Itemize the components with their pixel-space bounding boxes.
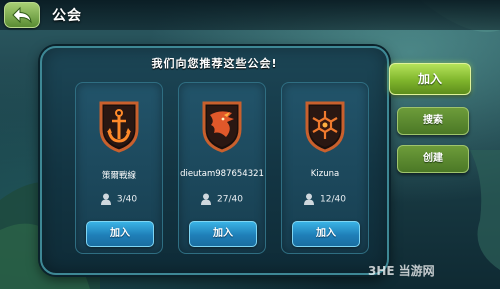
guild-name: Kizuna: [310, 169, 340, 179]
join-guild-button[interactable]: 加入: [86, 221, 154, 247]
guild-card: 策爾戰線 3/40 加入: [75, 82, 163, 254]
snowflake-emblem-icon: [305, 101, 345, 153]
anchor-emblem-icon: [99, 101, 139, 153]
member-count-value: 3/40: [116, 194, 138, 205]
recommended-guilds-panel: 我们向您推荐这些公会! 策爾戰線 3/40 加入 dieutam98765432…: [40, 46, 389, 275]
back-arrow-icon: [12, 6, 32, 24]
page-title: 公会: [52, 8, 82, 24]
join-guild-button[interactable]: 加入: [292, 221, 360, 247]
member-icon: [304, 193, 315, 205]
watermark-logo: 3HE: [368, 264, 395, 278]
search-tab-button[interactable]: 搜索: [397, 107, 469, 135]
guild-card: Kizuna 12/40 加入: [281, 82, 369, 254]
back-button[interactable]: [4, 2, 40, 28]
join-guild-button[interactable]: 加入: [189, 221, 257, 247]
dragon-emblem-icon: [202, 101, 242, 153]
member-count-value: 12/40: [320, 194, 346, 205]
guild-card: dieutam987654321 27/40 加入: [178, 82, 266, 254]
watermark-site-name: 当游网: [398, 264, 435, 278]
member-icon: [201, 193, 212, 205]
member-count: 3/40: [76, 193, 162, 205]
member-icon: [100, 193, 111, 205]
guild-name: dieutam987654321: [180, 169, 264, 179]
member-count-value: 27/40: [217, 194, 243, 205]
site-watermark: 3HE 当游网: [368, 262, 496, 284]
top-bar: 公会: [0, 0, 500, 30]
join-tab-button[interactable]: 加入: [389, 63, 471, 95]
member-count: 27/40: [179, 193, 265, 205]
panel-heading: 我们向您推荐这些公会!: [151, 57, 278, 70]
create-tab-button[interactable]: 创建: [397, 145, 469, 173]
guild-name: 策爾戰線: [101, 171, 136, 181]
member-count: 12/40: [282, 193, 368, 205]
